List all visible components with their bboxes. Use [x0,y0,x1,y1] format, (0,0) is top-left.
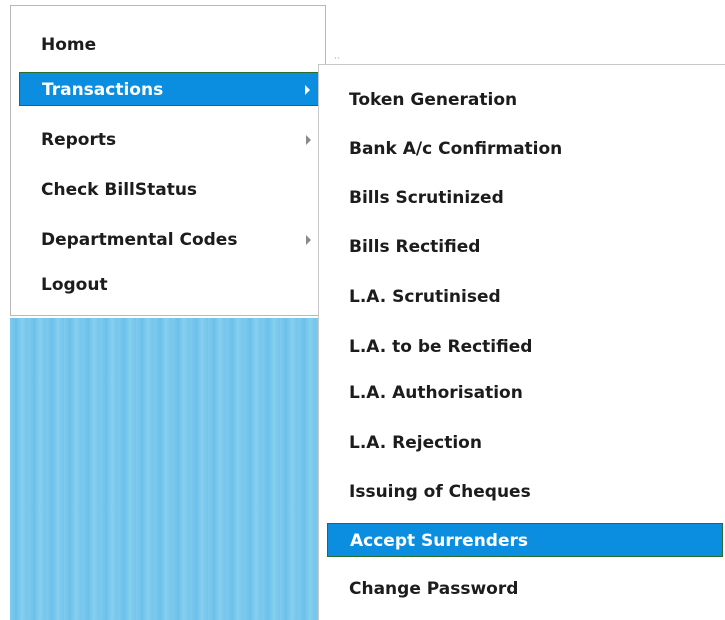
chevron-right-icon [305,85,310,95]
chevron-right-icon [306,235,311,245]
submenu-item-bills-rectified[interactable]: Bills Rectified [327,230,723,264]
menu-item-label: Logout [41,275,108,295]
submenu-item-la-authorisation[interactable]: L.A. Authorisation [327,376,723,410]
background-panel [10,318,328,620]
submenu-item-label: Bank A/c Confirmation [349,139,563,159]
submenu-item-label: L.A. Authorisation [349,383,523,403]
submenu-item-label: Bills Rectified [349,237,481,257]
submenu-item-accept-surrenders[interactable]: Accept Surrenders [327,523,723,557]
submenu-item-label: Token Generation [349,90,518,110]
menu-item-label: Departmental Codes [41,230,238,250]
chevron-right-icon [306,135,311,145]
submenu-item-la-rejection[interactable]: L.A. Rejection [327,426,723,460]
menu-item-departmental-codes[interactable]: Departmental Codes [19,223,319,257]
transactions-submenu: Token Generation Bank A/c Confirmation B… [318,64,725,620]
main-menu: Home Transactions Reports Check BillStat… [10,5,326,316]
submenu-item-label: Bills Scrutinized [349,188,504,208]
submenu-item-bills-scrutinized[interactable]: Bills Scrutinized [327,181,723,215]
menu-item-label: Reports [41,130,117,150]
submenu-item-bank-ac-confirmation[interactable]: Bank A/c Confirmation [327,132,723,166]
submenu-item-token-generation[interactable]: Token Generation [327,83,723,117]
menu-item-reports[interactable]: Reports [19,123,319,157]
submenu-item-label: L.A. to be Rectified [349,337,533,357]
menu-item-label: Home [41,35,97,55]
submenu-item-label: Change Password [349,579,519,599]
submenu-item-label: L.A. Scrutinised [349,287,501,307]
submenu-item-label: Issuing of Cheques [349,482,531,502]
submenu-item-la-scrutinised[interactable]: L.A. Scrutinised [327,280,723,314]
menu-item-transactions[interactable]: Transactions [19,72,319,106]
menu-item-logout[interactable]: Logout [19,268,319,302]
menu-item-home[interactable]: Home [19,28,319,62]
menu-item-label: Check BillStatus [41,180,198,200]
menu-item-check-billstatus[interactable]: Check BillStatus [19,173,319,207]
submenu-item-label: Accept Surrenders [350,531,529,551]
submenu-item-change-password[interactable]: Change Password [327,572,723,606]
menu-item-label: Transactions [42,80,164,100]
dots-icon: ·· [334,54,340,64]
submenu-item-la-to-be-rectified[interactable]: L.A. to be Rectified [327,330,723,364]
submenu-item-issuing-of-cheques[interactable]: Issuing of Cheques [327,475,723,509]
submenu-item-label: L.A. Rejection [349,433,482,453]
